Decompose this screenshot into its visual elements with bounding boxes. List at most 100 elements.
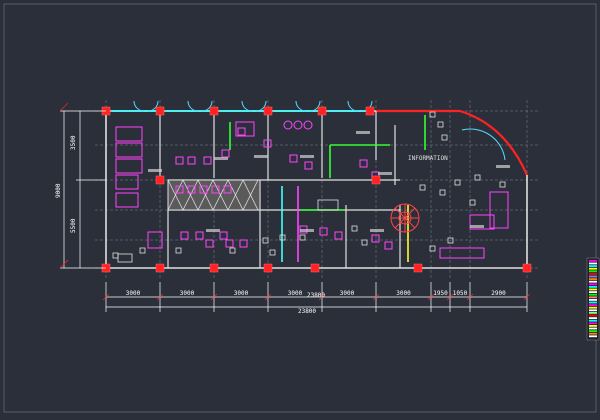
vertical-dimension-chain [59,102,106,269]
palette-swatch-25[interactable] [589,325,597,327]
palette-swatch-21[interactable] [589,314,597,317]
palette-swatch-18[interactable] [589,306,597,309]
chair-1 [187,156,196,165]
chair-13 [221,149,230,158]
dim-segment-5: 3000 [396,290,411,297]
palette-swatch-8[interactable] [589,280,597,283]
palette-swatch-22[interactable] [589,317,597,319]
column-3 [263,106,273,116]
chair-0 [175,156,184,165]
chair-24 [384,241,393,250]
table-7 [439,247,485,259]
table-2 [115,158,143,174]
palette-swatch-12[interactable] [589,291,597,293]
layer-palette-panel[interactable] [586,257,600,341]
column-14 [155,175,165,185]
chair-17 [304,161,313,170]
table-4 [115,192,139,208]
column-7 [155,263,165,273]
palette-swatch-14[interactable] [589,296,597,299]
dim-overall-total: 23800 [298,308,316,315]
dim-vertical-bottom: 5500 [70,218,77,233]
palette-swatch-15[interactable] [589,299,597,301]
palette-swatch-2[interactable] [589,265,597,267]
chair-23 [371,234,380,243]
column-12 [522,263,532,273]
room-tag-9 [470,225,484,228]
palette-swatch-23[interactable] [589,319,597,322]
palette-swatch-9[interactable] [589,283,597,286]
palette-swatch-6[interactable] [589,275,597,278]
palette-swatch-19[interactable] [589,309,597,312]
dim-segment-1: 3000 [180,290,195,297]
palette-swatch-17[interactable] [589,304,597,306]
palette-swatch-5[interactable] [589,273,597,275]
door-arc-b-2 [241,100,253,112]
palette-swatch-1[interactable] [589,262,597,265]
column-11 [413,263,423,273]
palette-swatch-7[interactable] [589,278,597,280]
round-table-2 [303,120,313,130]
sink-unit [117,253,133,263]
dim-segment-4: 3000 [340,290,355,297]
fixture-4 [262,237,269,244]
information-label: INFORMATION [408,155,448,162]
palette-swatch-16[interactable] [589,301,597,304]
dim-overlap-label: 23800 [307,292,325,299]
room-tag-5 [378,172,392,175]
fixture-12 [469,199,476,206]
column-1 [155,106,165,116]
palette-swatch-4[interactable] [589,270,597,273]
fixture-2 [175,247,182,254]
spiral-stair [390,203,420,233]
palette-swatch-11[interactable] [589,288,597,291]
chair-12 [239,239,248,248]
palette-swatch-0[interactable] [589,260,597,262]
room-tag-10 [496,165,510,168]
chair-11 [225,239,234,248]
structural-columns [101,106,532,273]
chair-19 [319,227,328,236]
fixture-7 [351,225,358,232]
fixture-19 [441,134,448,141]
floor-plan-drawing[interactable]: INFORMATION 3500 9000 5500 3000 3000 3000 3… [0,0,600,416]
room-tag-1 [214,157,228,160]
room-tag-3 [300,155,314,158]
fixture-15 [454,179,461,186]
dim-segment-0: 3000 [126,290,141,297]
dim-segment-8: 2900 [491,290,506,297]
chair-25 [219,231,228,240]
chair-20 [334,231,343,240]
column-9 [263,263,273,273]
table-3 [115,174,139,190]
table-1 [115,142,143,158]
door-arc-b-1 [187,100,199,112]
dim-segment-7: 1050 [453,290,468,297]
column-8 [209,263,219,273]
table-0 [115,126,143,142]
chair-9 [195,231,204,240]
palette-swatch-3[interactable] [589,267,597,270]
column-4 [317,106,327,116]
palette-swatch-10[interactable] [589,286,597,288]
palette-swatch-28[interactable] [589,332,597,335]
cad-viewport[interactable]: INFORMATION 3500 9000 5500 3000 3000 3000 3… [0,0,600,416]
dim-vertical-top: 3500 [70,135,77,150]
palette-swatch-24[interactable] [589,322,597,325]
chair-21 [359,159,368,168]
room-tag-6 [206,229,220,232]
palette-swatch-29[interactable] [589,335,597,338]
room-tag-8 [370,229,384,232]
palette-swatch-13[interactable] [589,293,597,296]
fixture-18 [437,121,444,128]
fixture-13 [419,184,426,191]
palette-swatch-20[interactable] [589,312,597,314]
chair-10 [205,239,214,248]
fixture-14 [439,189,446,196]
door-arc-b-3 [295,100,307,112]
palette-swatch-27[interactable] [589,330,597,332]
palette-swatch-26[interactable] [589,327,597,330]
dim-segment-6: 1950 [433,290,448,297]
central-stair-feature [167,179,261,211]
chair-16 [289,154,298,163]
